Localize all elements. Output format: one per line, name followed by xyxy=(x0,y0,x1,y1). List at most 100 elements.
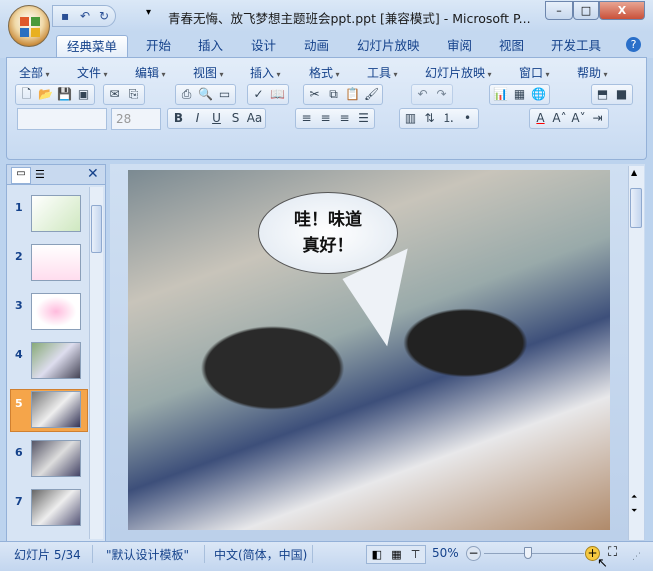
tab-slideshow[interactable]: 幻灯片放映 xyxy=(347,35,430,58)
bold-icon[interactable]: B xyxy=(170,110,187,127)
tab-home[interactable]: 开始 xyxy=(136,35,181,58)
zoom-slider-track[interactable] xyxy=(484,553,584,554)
publish-icon[interactable]: ⎘ xyxy=(125,86,142,103)
expand-icon[interactable]: ⬒ xyxy=(594,86,611,103)
email-icon[interactable]: ✉ xyxy=(106,86,123,103)
resize-grip-icon[interactable]: ⋰ xyxy=(632,552,641,562)
office-button[interactable] xyxy=(8,5,50,47)
vertical-scrollbar[interactable]: ▲ ⏶ ⏷ xyxy=(628,166,644,540)
menu-help[interactable]: 帮助 xyxy=(577,64,608,81)
help-icon[interactable]: ? xyxy=(626,37,641,52)
redo-icon[interactable]: ↻ xyxy=(99,9,112,23)
slide-thumbnail-7[interactable] xyxy=(31,489,81,526)
align-right-icon[interactable]: ≡ xyxy=(336,110,353,127)
normal-view-icon[interactable]: ◧ xyxy=(372,546,382,563)
slide-thumbnail-6[interactable] xyxy=(31,440,81,477)
menu-edit[interactable]: 编辑 xyxy=(135,64,166,81)
language-status[interactable]: 中文(简体，中国) xyxy=(214,546,307,563)
fit-to-window-icon[interactable]: ⛶ xyxy=(608,545,617,560)
tab-view[interactable]: 视图 xyxy=(489,35,534,58)
slides-tab-icon[interactable]: ▭ xyxy=(11,167,31,184)
menu-slideshow[interactable]: 幻灯片放映 xyxy=(425,64,492,81)
minimize-button[interactable]: – xyxy=(545,1,573,20)
research-icon[interactable]: ▭ xyxy=(216,86,233,103)
close-button[interactable]: X xyxy=(599,1,645,20)
scroll-thumb[interactable] xyxy=(630,188,642,228)
tab-design[interactable]: 设计 xyxy=(241,35,286,58)
window-title: 青春无悔、放飞梦想主题班会ppt.ppt [兼容模式] - Microsoft … xyxy=(168,11,531,26)
redo-icon[interactable]: ↷ xyxy=(433,86,450,103)
slideshow-view-icon[interactable]: ⊤ xyxy=(411,546,421,563)
zoom-out-icon[interactable]: − xyxy=(466,546,481,561)
align-left-icon[interactable]: ≡ xyxy=(298,110,315,127)
menu-format[interactable]: 格式 xyxy=(309,64,340,81)
next-slide-icon[interactable]: ⏷ xyxy=(631,506,637,516)
grow-font-icon[interactable]: A˄ xyxy=(551,110,568,127)
paste-icon[interactable]: 📋 xyxy=(344,86,361,103)
chart-icon[interactable]: 📊 xyxy=(492,86,509,103)
indent-icon[interactable]: ⇥ xyxy=(589,110,606,127)
font-name-combo[interactable] xyxy=(17,108,107,130)
cut-icon[interactable]: ✂ xyxy=(306,86,323,103)
tab-insert[interactable]: 插入 xyxy=(188,35,233,58)
slide-sorter-icon[interactable]: ▦ xyxy=(391,546,401,563)
tab-review[interactable]: 审阅 xyxy=(437,35,482,58)
previous-slide-icon[interactable]: ⏶ xyxy=(631,492,637,502)
close-panel-icon[interactable]: ✕ xyxy=(87,166,99,182)
slide-thumbnail-4[interactable] xyxy=(31,342,81,379)
speech-bubble[interactable]: 哇！味道 真好！ xyxy=(258,192,398,274)
outline-tab-icon[interactable]: ☰ xyxy=(35,168,45,181)
new-icon[interactable]: 🗋 xyxy=(18,86,35,103)
tab-classic-menu[interactable]: 经典菜单 xyxy=(56,35,129,58)
slide-thumbnail-1[interactable] xyxy=(31,195,81,232)
print-preview-icon[interactable]: 🔍 xyxy=(197,86,214,103)
scroll-up-icon[interactable]: ▲ xyxy=(631,168,637,177)
save-icon[interactable]: 💾 xyxy=(56,86,73,103)
shadow-icon[interactable]: S xyxy=(227,110,244,127)
slide-canvas[interactable]: 哇！味道 真好！ xyxy=(128,170,610,530)
numbering-icon[interactable]: ⒈ xyxy=(440,110,457,127)
undo-icon[interactable]: ↶ xyxy=(414,86,431,103)
permission-icon[interactable]: ▣ xyxy=(75,86,92,103)
scroll-thumb[interactable] xyxy=(91,205,102,253)
spelling-icon[interactable]: ✓ xyxy=(250,86,267,103)
hyperlink-icon[interactable]: 🌐 xyxy=(530,86,547,103)
justify-icon[interactable]: ☰ xyxy=(355,110,372,127)
italic-icon[interactable]: I xyxy=(189,110,206,127)
align-center-icon[interactable]: ≡ xyxy=(317,110,334,127)
bullets-icon[interactable]: • xyxy=(459,110,476,127)
print-icon[interactable]: ⎙ xyxy=(178,86,195,103)
slides-scrollbar[interactable] xyxy=(89,187,103,539)
grayscale-icon[interactable]: ■ xyxy=(613,86,630,103)
zoom-slider-thumb[interactable] xyxy=(523,547,532,559)
menu-tools[interactable]: 工具 xyxy=(367,64,398,81)
shrink-font-icon[interactable]: A˅ xyxy=(570,110,587,127)
maximize-button[interactable]: □ xyxy=(573,1,599,20)
columns-icon[interactable]: ▥ xyxy=(402,110,419,127)
undo-icon[interactable]: ↶ xyxy=(80,9,93,23)
table-icon[interactable]: ▦ xyxy=(511,86,528,103)
change-case-icon[interactable]: Aa xyxy=(246,110,263,127)
slide-thumbnail-5[interactable] xyxy=(31,391,81,428)
save-icon[interactable]: ▪ xyxy=(61,9,74,23)
customize-qat-icon[interactable]: ▾ xyxy=(146,7,151,18)
copy-icon[interactable]: ⧉ xyxy=(325,86,342,103)
tab-developer[interactable]: 开发工具 xyxy=(541,35,611,58)
menu-window[interactable]: 窗口 xyxy=(519,64,550,81)
menu-file[interactable]: 文件 xyxy=(77,64,108,81)
tab-animation[interactable]: 动画 xyxy=(294,35,339,58)
thesaurus-icon[interactable]: 📖 xyxy=(269,86,286,103)
zoom-level[interactable]: 50% xyxy=(432,546,459,560)
slide-thumbnail-3[interactable] xyxy=(31,293,81,330)
menu-insert[interactable]: 插入 xyxy=(250,64,281,81)
slide-thumbnail-2[interactable] xyxy=(31,244,81,281)
font-size-combo[interactable]: 28 xyxy=(111,108,161,130)
theme-name[interactable]: "默认设计模板" xyxy=(106,546,189,563)
menu-view[interactable]: 视图 xyxy=(193,64,224,81)
menu-all[interactable]: 全部 xyxy=(19,64,50,81)
font-color-icon[interactable]: A xyxy=(532,110,549,127)
underline-icon[interactable]: U xyxy=(208,110,225,127)
text-direction-icon[interactable]: ⇅ xyxy=(421,110,438,127)
open-icon[interactable]: 📂 xyxy=(37,86,54,103)
format-painter-icon[interactable]: 🖌 xyxy=(363,86,380,103)
